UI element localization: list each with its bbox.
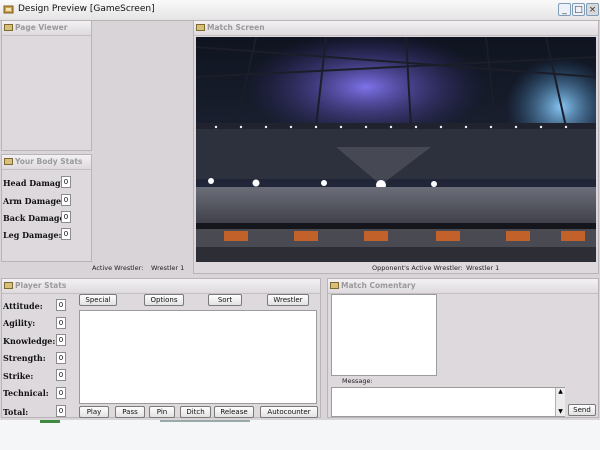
status-indicator	[40, 420, 60, 423]
strength-label: Strength:	[3, 353, 46, 363]
ditch-button[interactable]: Ditch	[180, 406, 211, 418]
strike-label: Strike:	[3, 371, 34, 381]
close-button[interactable]: ×	[586, 3, 599, 16]
arm-damage-value: 0	[61, 194, 71, 206]
back-damage-label: Back Damage:	[3, 213, 68, 223]
card-list-area[interactable]	[79, 310, 317, 404]
panel-icon	[4, 158, 13, 165]
window-title: Design Preview [GameScreen]	[18, 4, 155, 14]
message-input[interactable]	[331, 387, 565, 417]
technical-value: 0	[56, 387, 66, 399]
strike-value: 0	[56, 369, 66, 381]
send-button[interactable]: Send	[568, 404, 596, 416]
active-wrestler-value: Wrestler 1	[151, 264, 185, 272]
player-stats-title: Player Stats	[15, 281, 67, 290]
attitude-label: Attitude:	[3, 301, 43, 311]
message-label: Message:	[342, 377, 373, 385]
panel-icon	[4, 282, 13, 289]
body-stats-header: Your Body Stats	[2, 155, 91, 170]
commentary-log	[331, 294, 437, 376]
player-stats-panel: Player Stats Attitude: 0 Agility: 0 Know…	[1, 278, 321, 418]
page-viewer-header: Page Viewer	[2, 21, 91, 36]
match-screen-panel: Match Screen	[193, 20, 599, 274]
active-wrestler-label: Active Wrestler:	[92, 264, 144, 272]
agility-label: Agility:	[3, 318, 36, 328]
leg-damage-label: Leg Damage:	[3, 230, 62, 240]
head-damage-label: Head Damage:	[3, 178, 69, 188]
total-value: 0	[56, 405, 66, 417]
minimize-button[interactable]: _	[558, 3, 571, 16]
pin-button[interactable]: Pin	[149, 406, 175, 418]
window-titlebar: Design Preview [GameScreen] _ □ ×	[0, 0, 600, 21]
player-stats-header: Player Stats	[2, 279, 320, 294]
java-app-icon	[3, 5, 14, 14]
panel-icon	[330, 282, 339, 289]
match-commentary-panel: Match Comentary Message: ▲ ▼ Send	[327, 278, 599, 418]
arena-image	[196, 37, 596, 262]
sort-button[interactable]: Sort	[208, 294, 242, 306]
match-screen-title: Match Screen	[207, 23, 265, 32]
opponent-wrestler-value: Wrestler 1	[466, 264, 500, 272]
maximize-button[interactable]: □	[572, 3, 585, 16]
panel-icon	[4, 24, 13, 31]
total-label: Total:	[3, 407, 29, 417]
panel-icon	[196, 24, 205, 31]
match-commentary-header: Match Comentary	[328, 279, 598, 294]
agility-value: 0	[56, 317, 66, 329]
strength-value: 0	[56, 352, 66, 364]
leg-damage-value: 0	[61, 228, 71, 240]
play-button[interactable]: Play	[79, 406, 109, 418]
back-damage-value: 0	[61, 211, 71, 223]
options-button[interactable]: Options	[144, 294, 184, 306]
release-button[interactable]: Release	[214, 406, 254, 418]
horizontal-scrollbar[interactable]	[160, 420, 250, 422]
knowledge-label: Knowledge:	[3, 336, 56, 346]
special-button[interactable]: Special	[79, 294, 117, 306]
page-viewer-panel: Page Viewer	[1, 20, 92, 151]
arm-damage-label: Arm Damage:	[3, 196, 65, 206]
autocounter-button[interactable]: Autocounter	[260, 406, 318, 418]
attitude-value: 0	[56, 299, 66, 311]
wrestler-button[interactable]: Wrestler	[267, 294, 309, 306]
body-stats-title: Your Body Stats	[15, 157, 83, 166]
match-commentary-title: Match Comentary	[341, 281, 416, 290]
body-stats-panel: Your Body Stats Head Damage: 0 Arm Damag…	[1, 154, 92, 262]
message-scrollbar[interactable]: ▲ ▼	[555, 388, 565, 416]
technical-label: Technical:	[3, 388, 49, 398]
taskbar-area	[0, 420, 600, 450]
knowledge-value: 0	[56, 334, 66, 346]
pass-button[interactable]: Pass	[115, 406, 145, 418]
match-screen-header: Match Screen	[194, 21, 598, 36]
head-damage-value: 0	[61, 176, 71, 188]
page-viewer-title: Page Viewer	[15, 23, 68, 32]
opponent-wrestler-label: Opponent's Active Wrestler:	[372, 264, 463, 272]
scroll-up-icon[interactable]: ▲	[556, 388, 565, 396]
scroll-down-icon[interactable]: ▼	[556, 408, 565, 416]
